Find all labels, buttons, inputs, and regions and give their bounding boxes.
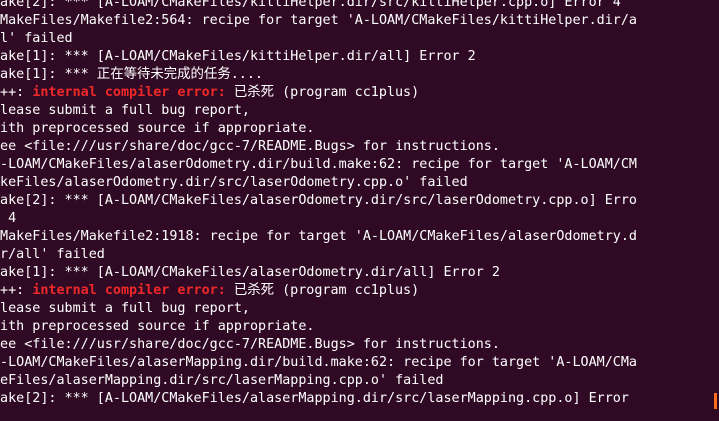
terminal-output[interactable]: make[2]: *** [A-LOAM/CMakeFiles/kittiHel… [0,0,719,421]
terminal-line-error: c++: internal compiler error: 已杀死 (progr… [0,84,719,102]
line-suffix: 已杀死 (program cc1plus) [225,85,420,100]
terminal-line: CMakeFiles/Makefile2:564: recipe for tar… [0,13,637,28]
terminal-line: ir/all' failed [0,247,105,262]
terminal-line: with preprocessed source if appropriate. [0,121,315,136]
terminal-line: CMakeFiles/Makefile2:1918: recipe for ta… [0,229,637,244]
terminal-line: See <file:///usr/share/doc/gcc-7/README.… [0,139,500,154]
terminal-line: make[1]: *** [A-LOAM/CMakeFiles/alaserOd… [0,265,500,280]
line-prefix: c++: [0,283,25,298]
terminal-line: make[2]: *** [A-LOAM/CMakeFiles/kittiHel… [0,0,621,10]
terminal-line: make[1]: *** 正在等待未完成的任务.... [0,67,263,82]
terminal-line: A-LOAM/CMakeFiles/alaserMapping.dir/buil… [0,355,637,370]
terminal-line: A-LOAM/CMakeFiles/alaserOdometry.dir/bui… [0,157,637,172]
terminal-line: Please submit a full bug report, [0,103,250,118]
line-suffix: 已杀死 (program cc1plus) [225,283,420,298]
line-prefix: c++: [0,85,25,100]
terminal-line: make[2]: *** [A-LOAM/CMakeFiles/alaserMa… [0,391,629,406]
terminal-line: Please submit a full bug report, [0,301,250,316]
terminal-line: r 4 [0,211,17,226]
terminal-line: See <file:///usr/share/doc/gcc-7/README.… [0,337,500,352]
terminal-cursor [714,393,717,409]
terminal-line: make[1]: *** [A-LOAM/CMakeFiles/kittiHel… [0,49,476,64]
terminal-line: akeFiles/alaserOdometry.dir/src/laserOdo… [0,175,468,190]
terminal-line: with preprocessed source if appropriate. [0,319,315,334]
terminal-line: ll' failed [0,31,73,46]
terminal-line-error: c++: internal compiler error: 已杀死 (progr… [0,282,719,300]
terminal-line: make[2]: *** [A-LOAM/CMakeFiles/alaserOd… [0,193,637,208]
terminal-line: keFiles/alaserMapping.dir/src/laserMappi… [0,373,444,388]
error-keyword: internal compiler error: [32,85,226,100]
error-keyword: internal compiler error: [32,283,226,298]
